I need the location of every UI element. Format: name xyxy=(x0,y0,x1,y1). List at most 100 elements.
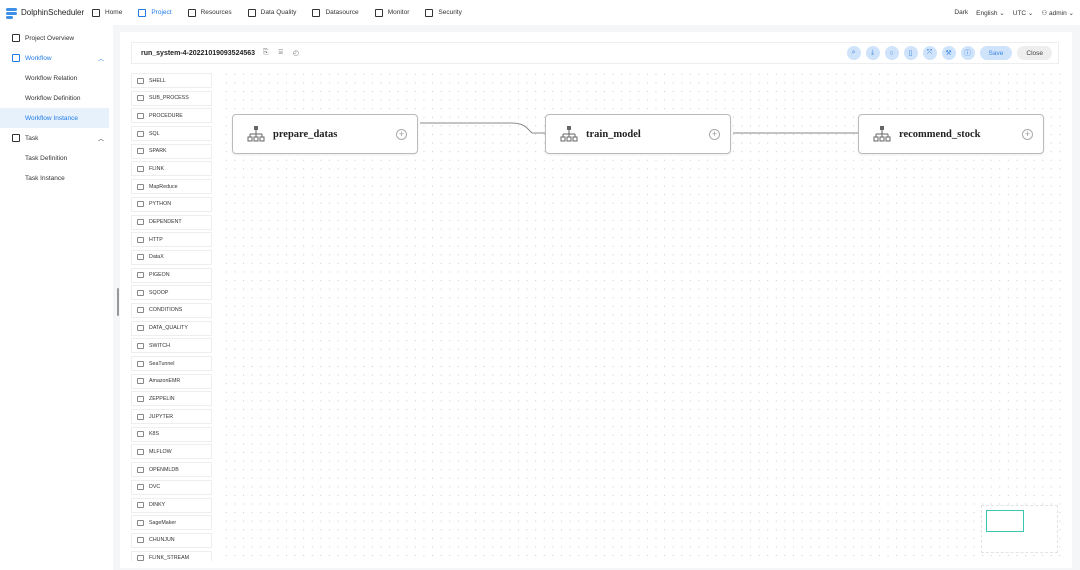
data-quality-icon xyxy=(247,8,256,17)
label: Project Overview xyxy=(25,34,75,42)
task-type-item[interactable]: SageMaker xyxy=(131,515,212,531)
dag-node[interactable]: recommend_stock + xyxy=(858,114,1044,154)
task-type-icon xyxy=(137,537,144,544)
dag-node[interactable]: prepare_datas + xyxy=(232,114,418,154)
sidebar-scrollbar[interactable] xyxy=(117,288,119,316)
task-type-item[interactable]: SQOOP xyxy=(131,285,212,301)
task-type-item[interactable]: DVC xyxy=(131,479,212,495)
task-type-item[interactable]: SHELL xyxy=(131,73,212,88)
node-label: recommend_stock xyxy=(899,128,981,140)
task-type-icon xyxy=(137,378,144,385)
task-type-label: PYTHON xyxy=(149,201,172,208)
task-type-item[interactable]: AmazonEMR xyxy=(131,373,212,389)
task-type-item[interactable]: SPARK xyxy=(131,143,212,159)
fullscreen-button[interactable]: ⤧ xyxy=(922,46,937,60)
task-type-icon xyxy=(137,325,144,332)
nav-datasource[interactable]: Datasource xyxy=(312,8,359,17)
task-type-label: SHELL xyxy=(149,77,166,84)
sidebar-item-task[interactable]: Task ︿ xyxy=(0,128,113,148)
save-button[interactable]: Save xyxy=(979,46,1013,60)
monitor-icon xyxy=(374,8,383,17)
search-button[interactable]: ⌕ xyxy=(846,46,861,60)
dag-node[interactable]: train_model + xyxy=(545,114,731,154)
task-type-item[interactable]: SWITCH xyxy=(131,338,212,354)
task-type-item[interactable]: CONDITIONS xyxy=(131,302,212,318)
task-type-item[interactable]: MapReduce xyxy=(131,179,212,195)
task-type-item[interactable]: SUB_PROCESS xyxy=(131,90,212,106)
nav-resources[interactable]: Resources xyxy=(187,8,232,17)
startup-params-icon[interactable]: ◴ xyxy=(293,49,299,57)
nav-label: Home xyxy=(105,9,123,16)
task-type-icon xyxy=(137,219,144,225)
task-type-item[interactable]: K8S xyxy=(131,426,212,442)
nav-monitor[interactable]: Monitor xyxy=(374,8,409,17)
sidebar-item-workflow[interactable]: Workflow ︿ xyxy=(0,48,113,68)
add-node-icon[interactable]: + xyxy=(396,128,407,140)
task-type-item[interactable]: DATA_QUALITY xyxy=(131,320,212,336)
database-icon xyxy=(312,8,321,17)
task-type-item[interactable]: DINKY xyxy=(131,497,212,513)
add-node-icon[interactable]: + xyxy=(1022,128,1033,140)
task-type-item[interactable]: PYTHON xyxy=(131,196,212,212)
task-type-icon xyxy=(137,413,144,420)
task-type-label: SPARK xyxy=(149,148,167,155)
task-type-item[interactable]: OPENMLDB xyxy=(131,462,212,478)
sidebar-item-workflow-definition[interactable]: Workflow Definition xyxy=(0,88,113,108)
task-type-label: MLFLOW xyxy=(149,448,172,455)
node-label: prepare_datas xyxy=(273,128,338,140)
download-button[interactable]: ⤓ xyxy=(865,46,880,60)
nav-data-quality[interactable]: Data Quality xyxy=(247,8,297,17)
sub-process-icon xyxy=(560,126,578,142)
task-type-item[interactable]: DEPENDENT xyxy=(131,214,212,230)
minimap-viewport[interactable] xyxy=(986,510,1024,532)
user-icon: ⚇ xyxy=(1041,9,1048,17)
theme-toggle[interactable]: Dark xyxy=(954,9,968,16)
workflow-editor: run_system-4-20221019093524563 ⎘ ⌸ ◴ ⌕ ⤓… xyxy=(120,32,1072,568)
task-type-item[interactable]: JUPYTER xyxy=(131,409,212,425)
delete-button[interactable]: ▯ xyxy=(903,46,918,60)
sidebar-item-task-definition[interactable]: Task Definition xyxy=(0,148,113,168)
task-type-item[interactable]: CHUNJUN xyxy=(131,532,212,548)
task-type-label: DataX xyxy=(149,254,164,261)
sidebar-item-project-overview[interactable]: Project Overview xyxy=(0,28,113,48)
logo[interactable]: DolphinScheduler xyxy=(4,6,92,20)
task-type-item[interactable]: ZEPPELIN xyxy=(131,391,212,407)
view-variables-icon[interactable]: ⌸ xyxy=(279,49,283,57)
nav-project[interactable]: Project xyxy=(138,8,172,17)
nav-home[interactable]: Home xyxy=(92,8,123,17)
task-type-item[interactable]: DataX xyxy=(131,249,212,265)
label: Workflow xyxy=(25,54,52,62)
add-node-icon[interactable]: + xyxy=(709,128,720,140)
timezone-select[interactable]: UTC ⌄ xyxy=(1013,9,1034,17)
dag-canvas[interactable]: prepare_datas + train_model + recommend_stoc… xyxy=(222,70,1062,560)
task-type-item[interactable]: MLFLOW xyxy=(131,444,212,460)
task-type-icon xyxy=(137,254,144,261)
sub-process-icon xyxy=(873,126,891,142)
task-type-item[interactable]: FLINK xyxy=(131,161,212,177)
task-type-icon xyxy=(137,466,144,473)
task-type-item[interactable]: FLINK_STREAM xyxy=(131,550,212,561)
task-type-item[interactable]: SQL xyxy=(131,126,212,142)
minimap[interactable] xyxy=(981,505,1058,553)
close-button[interactable]: Close xyxy=(1017,46,1052,60)
sidebar-item-workflow-instance[interactable]: Workflow Instance xyxy=(0,108,109,128)
nav-label: Data Quality xyxy=(260,9,297,16)
format-button[interactable]: ⚒ xyxy=(941,46,956,60)
task-type-item[interactable]: PROCEDURE xyxy=(131,108,212,124)
sidebar-item-workflow-relation[interactable]: Workflow Relation xyxy=(0,68,113,88)
task-type-label: SWITCH xyxy=(149,342,170,349)
refresh-button[interactable]: ○ xyxy=(884,46,899,60)
task-type-item[interactable]: SeaTunnel xyxy=(131,356,212,371)
nav-security[interactable]: Security xyxy=(425,8,462,17)
task-type-item[interactable]: HTTP xyxy=(131,232,212,248)
task-type-item[interactable]: PIGEON xyxy=(131,267,212,283)
user-menu[interactable]: ⚇ admin ⌄ xyxy=(1041,9,1074,17)
sidebar-item-task-instance[interactable]: Task Instance xyxy=(0,168,113,188)
task-type-icon xyxy=(137,395,144,402)
task-type-label: SageMaker xyxy=(149,519,177,526)
info-button[interactable]: ⓘ xyxy=(960,46,975,60)
language-select[interactable]: English ⌄ xyxy=(976,9,1005,17)
task-type-label: JUPYTER xyxy=(149,413,174,420)
task-type-label: HTTP xyxy=(149,236,163,243)
copy-icon[interactable]: ⎘ xyxy=(263,49,269,57)
